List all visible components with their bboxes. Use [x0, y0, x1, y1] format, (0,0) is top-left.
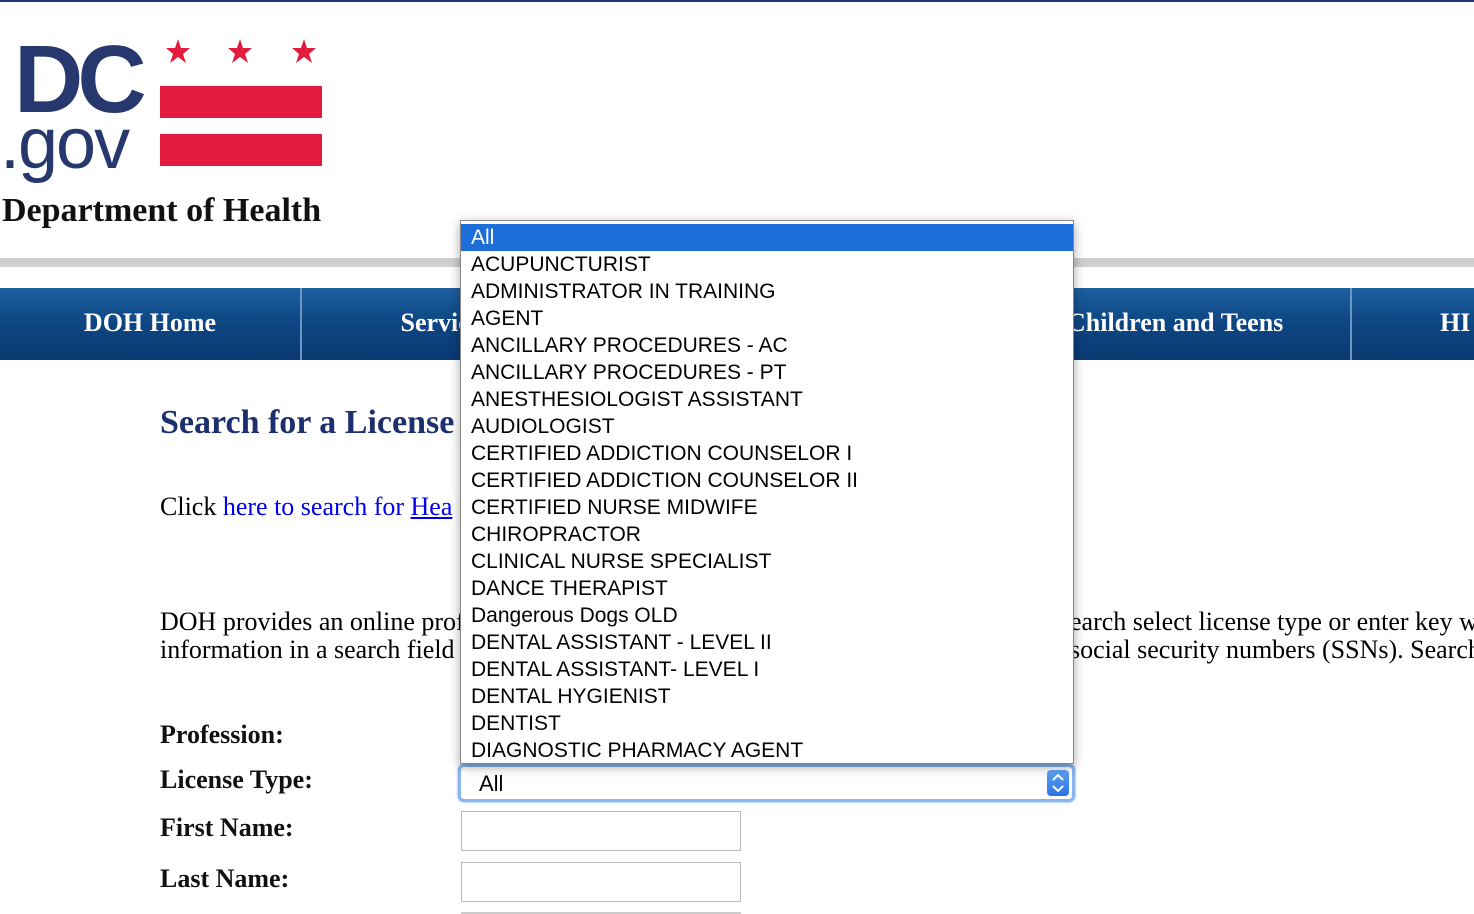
first-name-field[interactable]: [461, 811, 741, 851]
page-title: Search for a License: [160, 404, 455, 441]
first-name-label: First Name:: [160, 813, 294, 842]
logo-gov-text: .gov: [0, 104, 130, 184]
dropdown-option[interactable]: AUDIOLOGIST: [461, 413, 1073, 440]
license-type-select[interactable]: All: [458, 764, 1075, 802]
flag-bar-top: [160, 86, 322, 118]
nav-item-doh-home[interactable]: DOH Home: [0, 288, 302, 360]
last-name-field[interactable]: [461, 862, 741, 902]
department-title: Department of Health: [2, 192, 322, 229]
dropdown-option[interactable]: CERTIFIED NURSE MIDWIFE: [461, 494, 1073, 521]
dropdown-option[interactable]: ADMINISTRATOR IN TRAINING: [461, 278, 1073, 305]
dropdown-option[interactable]: CHIROPRACTOR: [461, 521, 1073, 548]
dropdown-option[interactable]: ANCILLARY PROCEDURES - AC: [461, 332, 1073, 359]
search-health-link[interactable]: here to search for Hea: [223, 492, 453, 521]
dropdown-options: All ACUPUNCTURIST ADMINISTRATOR IN TRAININ…: [461, 224, 1073, 763]
dropdown-option[interactable]: Dangerous Dogs OLD: [461, 602, 1073, 629]
intro-line-1-left: DOH provides an online prof: [160, 607, 465, 636]
dc-flag-icon: [160, 39, 322, 166]
dropdown-option[interactable]: CERTIFIED ADDICTION COUNSELOR I: [461, 440, 1073, 467]
dropdown-option[interactable]: All: [461, 224, 1073, 251]
top-border: [0, 0, 1474, 2]
dropdown-option[interactable]: DIAGNOSTIC PHARMACY AGENT: [461, 737, 1073, 763]
flag-bar-bottom: [160, 134, 322, 166]
dropdown-option[interactable]: DANCE THERAPIST: [461, 575, 1073, 602]
dropdown-option[interactable]: DENTAL ASSISTANT - LEVEL II: [461, 629, 1073, 656]
dropdown-option[interactable]: CLINICAL NURSE SPECIALIST: [461, 548, 1073, 575]
intro-line-2-right: social security numbers (SSNs). Search: [1070, 635, 1474, 664]
dropdown-option[interactable]: DENTAL ASSISTANT- LEVEL I: [461, 656, 1073, 683]
dropdown-option[interactable]: ANESTHESIOLOGIST ASSISTANT: [461, 386, 1073, 413]
license-type-selected-value: All: [479, 771, 504, 796]
flag-star-3: [292, 39, 316, 63]
license-type-label: License Type:: [160, 765, 313, 794]
license-type-dropdown-list[interactable]: All ACUPUNCTURIST ADMINISTRATOR IN TRAININ…: [460, 220, 1074, 764]
dropdown-option[interactable]: DENTAL HYGIENIST: [461, 683, 1073, 710]
dropdown-option[interactable]: AGENT: [461, 305, 1073, 332]
intro-line-2-left: information in a search field: [160, 635, 455, 664]
flag-star-2: [228, 39, 252, 63]
last-name-label: Last Name:: [160, 864, 290, 893]
dropdown-option[interactable]: ACUPUNCTURIST: [461, 251, 1073, 278]
search-health-link-line: Click here to search for Hea: [160, 492, 452, 522]
click-prefix: Click: [160, 492, 223, 521]
dc-gov-logo[interactable]: DC .gov: [0, 30, 330, 190]
flag-star-1: [166, 39, 190, 63]
dropdown-option[interactable]: ANCILLARY PROCEDURES - PT: [461, 359, 1073, 386]
profession-label: Profession:: [160, 720, 284, 749]
intro-line-1-right: earch select license type or enter key w: [1070, 607, 1474, 636]
nav-item-children-and-teens[interactable]: Children and Teens: [1052, 288, 1352, 360]
dropdown-option[interactable]: DENTIST: [461, 710, 1073, 737]
dropdown-option[interactable]: CERTIFIED ADDICTION COUNSELOR II: [461, 467, 1073, 494]
select-arrows-icon: [1047, 770, 1069, 796]
nav-item-hi[interactable]: HI: [1352, 288, 1474, 360]
